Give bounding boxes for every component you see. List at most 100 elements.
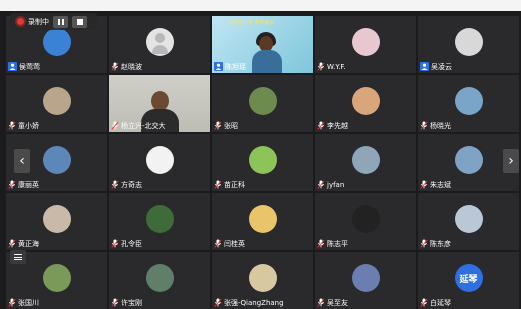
participant-name: 黄正海 xyxy=(18,239,39,248)
participant-nameplate: 康丽英 xyxy=(8,179,39,190)
participant-name: 李先越 xyxy=(327,121,348,130)
participant-nameplate: 童小娇 xyxy=(8,120,39,131)
host-icon xyxy=(8,62,17,71)
microphone-icon xyxy=(8,121,16,130)
chevron-left-icon: ‹ xyxy=(19,153,25,169)
participant-tile[interactable]: 方奇志 xyxy=(109,134,210,191)
participant-nameplate: 方奇志 xyxy=(111,179,142,190)
avatar xyxy=(248,205,277,234)
recording-label: 录制中 xyxy=(28,17,49,26)
participant-name: 张国川 xyxy=(18,298,39,307)
microphone-icon xyxy=(111,180,119,189)
participant-tile[interactable]: jyfan xyxy=(315,134,416,191)
participant-nameplate: 闫桂英 xyxy=(214,238,245,249)
microphone-icon xyxy=(111,121,119,130)
participant-name: 童小娇 xyxy=(18,121,39,130)
participant-name: 朱志斌 xyxy=(430,180,451,189)
participant-name: 张强-QiangZhang xyxy=(224,298,284,307)
microphone-icon xyxy=(420,180,428,189)
microphone-icon xyxy=(8,180,16,189)
participant-tile[interactable]: 杨晓光 xyxy=(418,75,519,132)
participant-nameplate: 朱志斌 xyxy=(420,179,451,190)
avatar xyxy=(145,146,174,175)
microphone-icon xyxy=(111,62,119,71)
participant-nameplate: 李先越 xyxy=(317,120,348,131)
microphone-icon xyxy=(111,239,119,248)
chevron-right-icon: › xyxy=(508,153,514,169)
participant-tile[interactable]: 孔令臣 xyxy=(109,193,210,250)
menu-button[interactable] xyxy=(10,250,26,264)
avatar xyxy=(145,28,174,57)
avatar xyxy=(351,87,380,116)
stop-recording-button[interactable] xyxy=(72,15,87,28)
participant-tile[interactable]: 童小娇 xyxy=(6,75,107,132)
microphone-icon xyxy=(111,298,119,307)
microphone-icon xyxy=(420,298,428,307)
avatar xyxy=(351,146,380,175)
participant-tile[interactable]: 延琴 白延琴 xyxy=(418,252,519,309)
avatar xyxy=(454,146,483,175)
participant-tile[interactable]: 赵晓波 xyxy=(109,16,210,73)
participant-nameplate: 张国川 xyxy=(8,297,39,308)
microphone-icon xyxy=(317,62,325,71)
avatar xyxy=(42,87,71,116)
participant-nameplate: 白延琴 xyxy=(420,297,451,308)
avatar xyxy=(454,28,483,57)
participant-tile[interactable]: 吴至友 xyxy=(315,252,416,309)
microphone-icon xyxy=(317,298,325,307)
participant-tile[interactable]: W.Y.F. xyxy=(315,16,416,73)
participant-nameplate: 吴至友 xyxy=(317,297,348,308)
next-page-button[interactable]: › xyxy=(503,149,519,173)
avatar xyxy=(42,28,71,57)
participant-name: 张昭 xyxy=(224,121,238,130)
participant-tile[interactable]: 李先越 xyxy=(315,75,416,132)
recording-bar: 录制中 xyxy=(10,13,97,30)
participant-nameplate: 赵晓波 xyxy=(111,61,142,72)
participant-nameplate: 苗正科 xyxy=(214,179,245,190)
participant-name: jyfan xyxy=(327,180,345,189)
avatar xyxy=(42,264,71,293)
participant-tile[interactable]: 张强-QiangZhang xyxy=(212,252,313,309)
avatar xyxy=(42,205,71,234)
participant-name: 闫桂英 xyxy=(224,239,245,248)
participant-tile[interactable]: 大手拉小手 共同成长 陈旭瑶 xyxy=(212,16,313,73)
microphone-icon xyxy=(317,180,325,189)
participant-tile[interactable]: 张昭 xyxy=(212,75,313,132)
participant-tile[interactable]: 苗正科 xyxy=(212,134,313,191)
microphone-icon xyxy=(317,121,325,130)
previous-page-button[interactable]: ‹ xyxy=(14,149,30,173)
participant-name: 白延琴 xyxy=(430,298,451,307)
participant-nameplate: 张强-QiangZhang xyxy=(214,297,284,308)
participant-tile[interactable]: 杨立兴-北交大 xyxy=(109,75,210,132)
microphone-icon xyxy=(8,239,16,248)
participant-name: 杨晓光 xyxy=(430,121,451,130)
avatar xyxy=(454,87,483,116)
participant-tile[interactable]: 吴凌云 xyxy=(418,16,519,73)
participant-tile[interactable]: 闫桂英 xyxy=(212,193,313,250)
participant-tile[interactable]: 陈东彦 xyxy=(418,193,519,250)
microphone-icon xyxy=(420,239,428,248)
window-top-strip xyxy=(0,0,521,11)
microphone-icon xyxy=(8,298,16,307)
participant-name: 吴凌云 xyxy=(431,62,452,71)
stop-icon xyxy=(76,18,83,25)
participant-grid: 侯莺莺 赵晓波 大手拉小手 共同成长 陈旭瑶 W.Y.F. 吴凌云 童小娇 杨立兴-北交大 张昭… xyxy=(6,16,519,309)
participant-name: 孔令臣 xyxy=(121,239,142,248)
participant-tile[interactable]: 陈志平 xyxy=(315,193,416,250)
share-banner: 大手拉小手 共同成长 xyxy=(228,20,275,26)
participant-tile[interactable]: 许宝刚 xyxy=(109,252,210,309)
participant-name: 杨立兴-北交大 xyxy=(121,121,166,130)
participant-name: 许宝刚 xyxy=(121,298,142,307)
participant-name: 陈志平 xyxy=(327,239,348,248)
participant-tile[interactable]: 黄正海 xyxy=(6,193,107,250)
participant-nameplate: 孔令臣 xyxy=(111,238,142,249)
avatar xyxy=(248,264,277,293)
microphone-icon xyxy=(420,121,428,130)
pause-recording-button[interactable] xyxy=(53,15,68,28)
participant-nameplate: 许宝刚 xyxy=(111,297,142,308)
participant-nameplate: 陈东彦 xyxy=(420,238,451,249)
participant-nameplate: 陈志平 xyxy=(317,238,348,249)
microphone-icon xyxy=(317,239,325,248)
microphone-icon xyxy=(214,298,222,307)
avatar xyxy=(248,146,277,175)
